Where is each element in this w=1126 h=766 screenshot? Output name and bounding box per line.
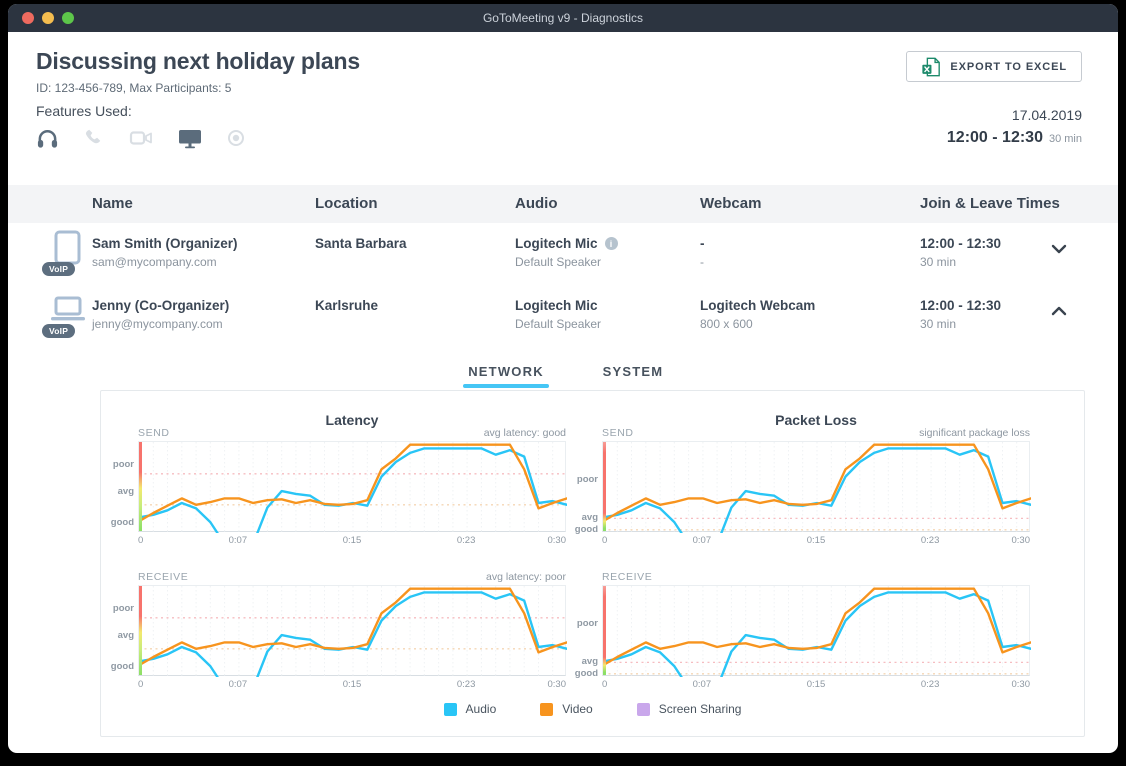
audio-swatch bbox=[444, 703, 457, 716]
page-title: Discussing next holiday plans bbox=[36, 48, 360, 75]
quality-gradient-bar bbox=[603, 586, 606, 675]
video-swatch bbox=[540, 703, 553, 716]
plot-area: pooravggood bbox=[138, 441, 566, 532]
x-axis-ticks: 00:070:150:230:30 bbox=[138, 679, 566, 691]
device-laptop-icon: VoIP bbox=[44, 292, 96, 338]
session-time-range: 12:00 - 12:30 bbox=[947, 129, 1043, 146]
chart-direction-label: SEND bbox=[602, 427, 634, 439]
audio-device: Logitech Mic bbox=[515, 236, 598, 251]
column-name: Name bbox=[92, 185, 133, 223]
webcam-device: - bbox=[700, 236, 705, 251]
chart-legend: Audio Video Screen Sharing bbox=[101, 702, 1084, 716]
screen-sharing-swatch bbox=[637, 703, 650, 716]
column-join-leave-times: Join & Leave Times bbox=[920, 185, 1060, 223]
phone-icon bbox=[84, 128, 104, 148]
plot-area: pooravggood bbox=[138, 585, 566, 676]
meeting-meta: ID: 123-456-789, Max Participants: 5 bbox=[36, 81, 231, 95]
participant-row-sam: VoIP Sam Smith (Organizer) sam@mycompany… bbox=[8, 222, 1118, 284]
title-bar: GoToMeeting v9 - Diagnostics bbox=[8, 4, 1118, 32]
active-tab-indicator bbox=[463, 384, 549, 388]
chart-direction-label: SEND bbox=[138, 427, 170, 439]
participant-name: Jenny (Co-Organizer) bbox=[92, 298, 229, 313]
diagnostics-panel: Latency Packet Loss SEND avg latency: goo… bbox=[100, 390, 1085, 737]
export-to-excel-button[interactable]: EXPORT TO EXCEL bbox=[906, 51, 1082, 82]
headset-icon bbox=[36, 127, 59, 149]
info-icon[interactable]: i bbox=[605, 237, 618, 250]
chart-status-label: avg latency: poor bbox=[486, 571, 566, 583]
audio-device: Logitech Mic bbox=[515, 298, 601, 313]
participant-name: Sam Smith (Organizer) bbox=[92, 236, 238, 251]
screen-share-icon bbox=[178, 128, 202, 149]
chart-packet-loss-receive: RECEIVE pooravggood 00:070:150:230:30 bbox=[602, 571, 1030, 693]
window-title: GoToMeeting v9 - Diagnostics bbox=[8, 4, 1118, 32]
chart-packet-loss-send: SEND significant package loss pooravggood… bbox=[602, 427, 1030, 549]
excel-icon bbox=[921, 57, 941, 77]
voip-badge: VoIP bbox=[42, 324, 75, 338]
session-datetime: 17.04.2019 12:00 - 12:30 30 min bbox=[947, 107, 1082, 147]
plot-area: pooravggood bbox=[602, 585, 1030, 676]
participant-email: sam@mycompany.com bbox=[92, 255, 238, 269]
quality-gradient-bar bbox=[603, 442, 606, 531]
participant-location: Karlsruhe bbox=[315, 298, 378, 313]
chart-direction-label: RECEIVE bbox=[602, 571, 652, 583]
column-audio: Audio bbox=[515, 185, 558, 223]
app-window: GoToMeeting v9 - Diagnostics Discussing … bbox=[8, 4, 1118, 753]
quality-gradient-bar bbox=[139, 586, 142, 675]
webcam-resolution: - bbox=[700, 255, 705, 269]
join-leave-times: 12:00 - 12:30 bbox=[920, 298, 1001, 313]
features-used-label: Features Used: bbox=[36, 103, 132, 119]
participant-location: Santa Barbara bbox=[315, 236, 407, 251]
tab-system[interactable]: SYSTEM bbox=[578, 364, 688, 379]
chart-latency-send: SEND avg latency: good pooravggood 00:070… bbox=[138, 427, 566, 549]
session-date: 17.04.2019 bbox=[947, 107, 1082, 123]
voip-badge: VoIP bbox=[42, 262, 75, 276]
column-webcam: Webcam bbox=[700, 185, 761, 223]
chart-status-label: avg latency: good bbox=[484, 427, 566, 439]
chart-direction-label: RECEIVE bbox=[138, 571, 188, 583]
audio-speaker: Default Speaker bbox=[515, 317, 601, 331]
x-axis-ticks: 00:070:150:230:30 bbox=[138, 535, 566, 547]
expand-chevron-down-icon[interactable] bbox=[1051, 244, 1067, 254]
row-duration: 30 min bbox=[920, 255, 1001, 269]
webcam-icon bbox=[129, 129, 153, 147]
collapse-chevron-up-icon[interactable] bbox=[1051, 306, 1067, 316]
chart-title-packet-loss: Packet Loss bbox=[602, 412, 1030, 428]
chart-latency-receive: RECEIVE avg latency: poor pooravggood 00:… bbox=[138, 571, 566, 693]
webcam-resolution: 800 x 600 bbox=[700, 317, 815, 331]
legend-screen-sharing: Screen Sharing bbox=[637, 702, 742, 716]
participant-email: jenny@mycompany.com bbox=[92, 317, 229, 331]
legend-video: Video bbox=[540, 702, 592, 716]
x-axis-ticks: 00:070:150:230:30 bbox=[602, 679, 1030, 691]
quality-gradient-bar bbox=[139, 442, 142, 531]
tab-network[interactable]: NETWORK bbox=[451, 364, 561, 379]
audio-speaker: Default Speaker bbox=[515, 255, 618, 269]
chart-status-label: significant package loss bbox=[919, 427, 1030, 439]
plot-area: pooravggood bbox=[602, 441, 1030, 532]
x-axis-ticks: 00:070:150:230:30 bbox=[602, 535, 1030, 547]
session-duration: 30 min bbox=[1049, 133, 1082, 145]
features-icons bbox=[36, 126, 245, 150]
legend-audio: Audio bbox=[444, 702, 497, 716]
recording-icon bbox=[227, 129, 245, 147]
chart-title-latency: Latency bbox=[138, 412, 566, 428]
device-tablet-icon: VoIP bbox=[44, 230, 96, 276]
export-label: EXPORT TO EXCEL bbox=[950, 61, 1067, 73]
join-leave-times: 12:00 - 12:30 bbox=[920, 236, 1001, 251]
webcam-device: Logitech Webcam bbox=[700, 298, 815, 313]
table-header: Name Location Audio Webcam Join & Leave … bbox=[8, 185, 1118, 223]
column-location: Location bbox=[315, 185, 378, 223]
participant-row-jenny: VoIP Jenny (Co-Organizer) jenny@mycompan… bbox=[8, 284, 1118, 346]
row-duration: 30 min bbox=[920, 317, 1001, 331]
